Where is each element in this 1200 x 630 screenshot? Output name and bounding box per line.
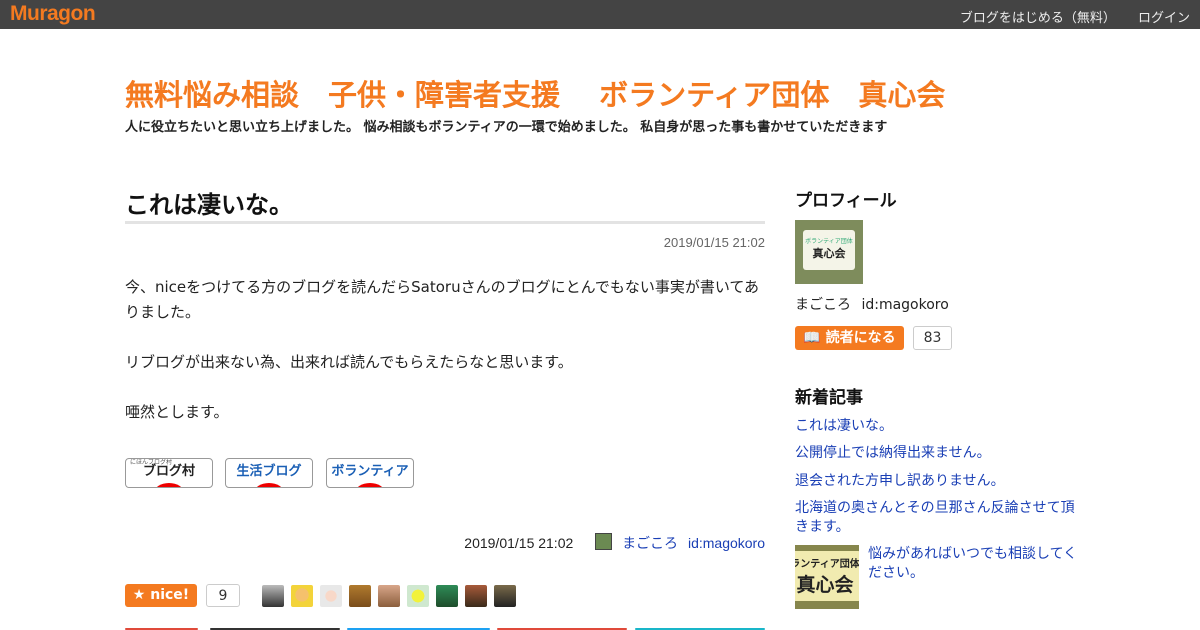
- nice-user-avatar[interactable]: [291, 585, 313, 607]
- profile-id: id:magokoro: [861, 297, 949, 313]
- profile-image-text: 真心会: [812, 247, 846, 260]
- post-date: 2019/01/15 21:02: [663, 235, 765, 250]
- book-icon: 📖: [803, 330, 821, 346]
- life-blog-banner-label: 生活ブログ: [236, 464, 302, 479]
- star-icon: ★: [132, 587, 146, 603]
- reader-count: 83: [913, 326, 952, 350]
- recent-post-link[interactable]: 公開停止では納得出来ません。: [795, 444, 1085, 463]
- recent-post-link[interactable]: 悩みがあればいつでも相談してください。: [868, 545, 1078, 583]
- post-footer-meta: 2019/01/15 21:02 まごころ id:magokoro: [464, 533, 765, 553]
- nice-button-label: nice!: [150, 587, 190, 603]
- top-links: ブログをはじめる（無料） ログイン: [942, 7, 1190, 26]
- become-reader-button[interactable]: 📖 読者になる: [795, 326, 904, 350]
- nice-count: 9: [206, 584, 240, 607]
- profile-image-card: ボランティア団体 真心会: [803, 230, 855, 270]
- blogmura-small-text: にほんブログ村: [130, 459, 173, 466]
- recent-post-link[interactable]: 北海道の奥さんとその旦那さん反論させて頂きます。: [795, 499, 1085, 537]
- nice-button[interactable]: ★ nice!: [125, 584, 197, 607]
- recent-post-thumbnail[interactable]: ランティア団体 真心会: [795, 545, 859, 609]
- footer-date: 2019/01/15 21:02: [464, 535, 574, 551]
- blog-description: 人に役立ちたいと思い立ち上げました。 悩み相談もボランティアの一環で始めました。…: [125, 120, 888, 135]
- post-title: これは凄いな。: [125, 191, 293, 219]
- profile-image-small-text: ボランティア団体: [805, 238, 853, 245]
- recent-post-link[interactable]: これは凄いな。: [795, 417, 1085, 436]
- red-arc-icon: [355, 483, 385, 487]
- profile-image[interactable]: ボランティア団体 真心会: [795, 220, 863, 284]
- nice-user-avatar[interactable]: [407, 585, 429, 607]
- reader-button-label: 読者になる: [825, 330, 896, 346]
- recent-posts-heading: 新着記事: [795, 388, 863, 408]
- red-arc-icon: [154, 483, 184, 487]
- post-paragraph-1: 今、niceをつけてる方のブログを読んだらSatoruさんのブログにとんでもない…: [125, 278, 759, 321]
- blog-title[interactable]: 無料悩み相談 子供・障害者支援 ボランティア団体 真心会: [125, 72, 945, 114]
- nice-user-avatar[interactable]: [494, 585, 516, 607]
- title-divider: [125, 221, 765, 224]
- nice-user-avatar[interactable]: [465, 585, 487, 607]
- volunteer-banner-label: ボランティア: [331, 464, 409, 479]
- recent-post-link[interactable]: 退会された方申し訳ありません。: [795, 472, 1085, 491]
- volunteer-banner[interactable]: ボランティア: [326, 458, 414, 488]
- post-paragraph-3: 唖然とします。: [125, 403, 229, 421]
- nice-user-avatar[interactable]: [349, 585, 371, 607]
- recent-thumb-small-text: ランティア団体: [795, 559, 859, 570]
- recent-thumb-card: ランティア団体 真心会: [795, 551, 859, 601]
- author-name-link[interactable]: まごころ: [622, 535, 678, 551]
- top-bar: Muragon ブログをはじめる（無料） ログイン: [0, 0, 1200, 29]
- profile-heading: プロフィール: [795, 191, 897, 211]
- nice-user-avatar[interactable]: [436, 585, 458, 607]
- author-id-link[interactable]: id:magokoro: [688, 535, 765, 551]
- profile-name: まごころ id:magokoro: [795, 294, 949, 314]
- recent-thumb-text: 真心会: [796, 574, 854, 596]
- login-link[interactable]: ログイン: [1138, 11, 1190, 26]
- nice-user-avatar[interactable]: [320, 585, 342, 607]
- nice-user-avatar[interactable]: [378, 585, 400, 607]
- life-blog-banner[interactable]: 生活ブログ: [225, 458, 313, 488]
- author-avatar[interactable]: [595, 533, 613, 550]
- start-blog-link[interactable]: ブログをはじめる（無料）: [960, 11, 1116, 26]
- nice-user-avatar[interactable]: [262, 585, 284, 607]
- red-arc-icon: [254, 483, 284, 487]
- post-paragraph-2: リブログが出来ない為、出来れば読んでもらえたらなと思います。: [125, 353, 573, 371]
- profile-display-name: まごころ: [795, 297, 851, 313]
- blogmura-banner[interactable]: にほんブログ村 ブログ村: [125, 458, 213, 488]
- muragon-logo[interactable]: Muragon: [10, 2, 96, 26]
